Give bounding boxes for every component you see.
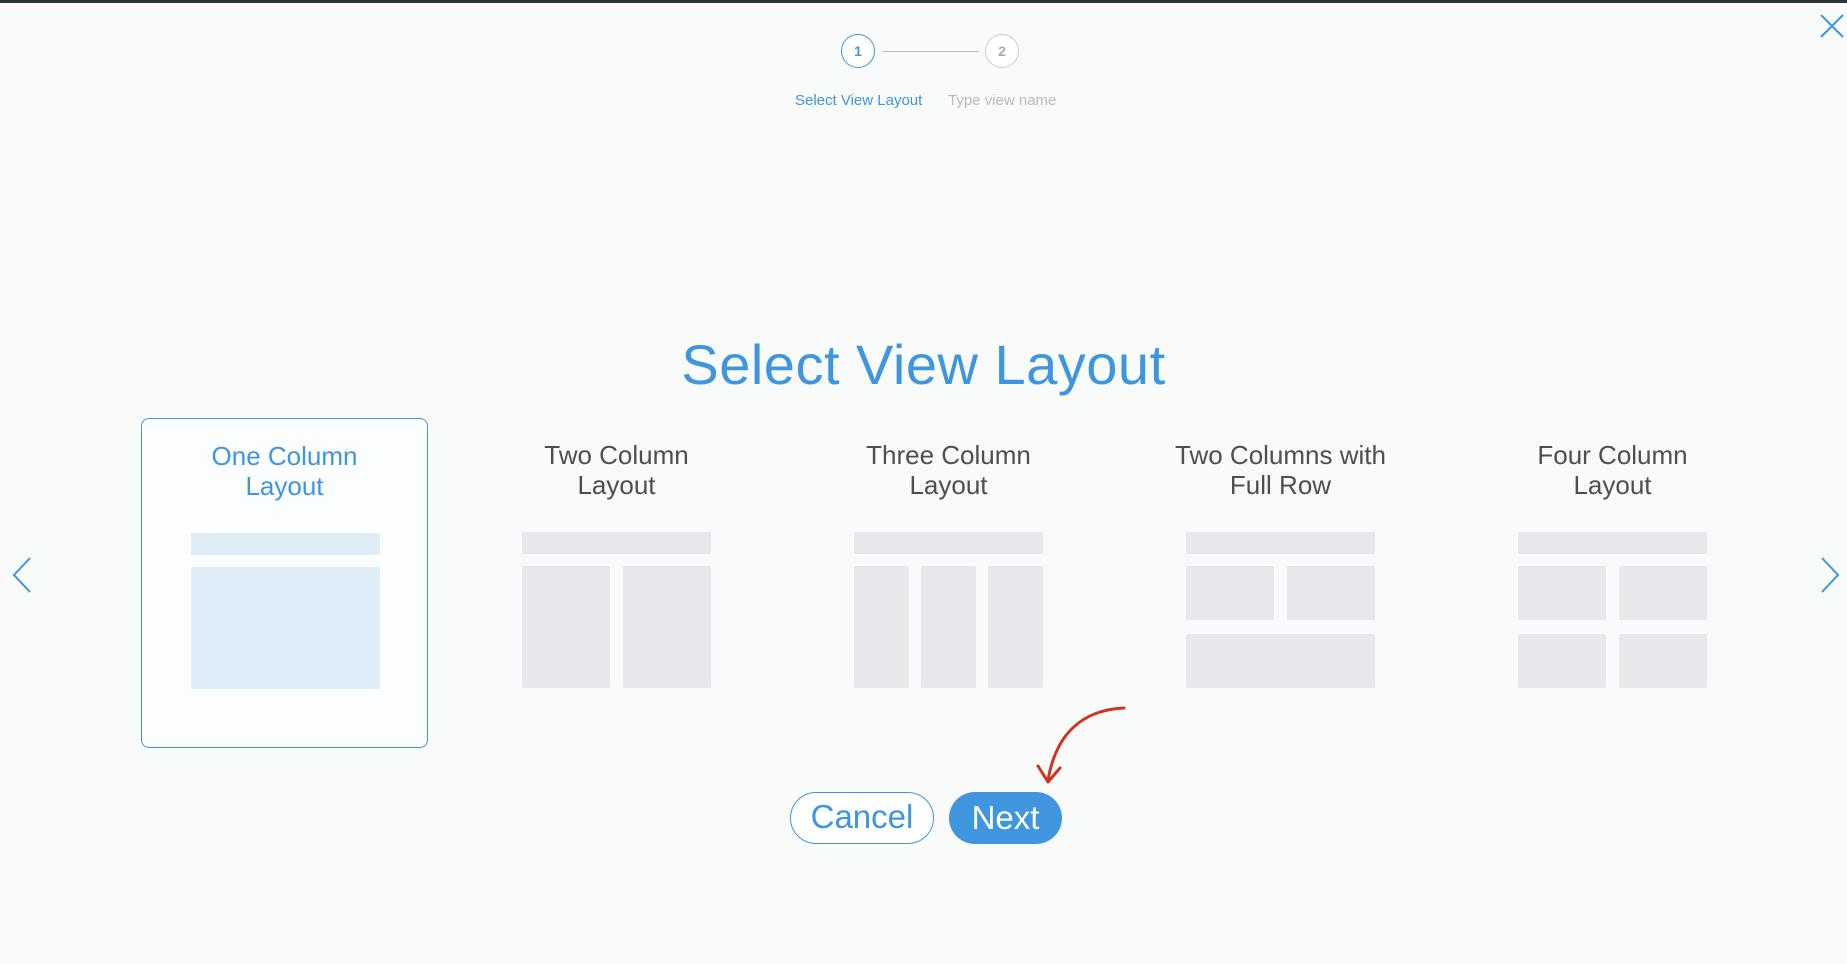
preview-column-block <box>1518 634 1606 688</box>
preview-column-block <box>1186 566 1274 620</box>
cancel-button[interactable]: Cancel <box>790 792 934 844</box>
layout-card-label-line2: Layout <box>577 470 656 500</box>
layout-card-label: Three Column Layout <box>805 440 1092 500</box>
step-1-label: Select View Layout <box>795 92 923 109</box>
layout-preview-four-column <box>1518 532 1707 688</box>
preview-column-block <box>191 567 380 689</box>
preview-column-block <box>988 566 1043 688</box>
next-button[interactable]: Next <box>949 792 1062 844</box>
top-border <box>0 0 1847 3</box>
step-2-indicator: 2 <box>985 34 1019 68</box>
layout-card-label-line1: Three Column <box>866 440 1031 470</box>
annotation-arrow-icon <box>1036 706 1126 784</box>
layout-card-one-column[interactable]: One Column Layout <box>141 418 428 748</box>
preview-column-block <box>623 566 711 688</box>
layout-card-four-column[interactable]: Four Column Layout <box>1469 418 1756 748</box>
step-2-label: Type view name <box>948 92 1057 109</box>
layout-card-label-line1: Four Column <box>1537 440 1688 470</box>
layout-card-three-column[interactable]: Three Column Layout <box>805 418 1092 748</box>
layout-card-label-line1: One Column <box>211 441 358 471</box>
preview-column-block <box>1619 634 1707 688</box>
preview-column-block <box>522 566 610 688</box>
chevron-right-icon[interactable] <box>1818 555 1842 595</box>
chevron-left-icon[interactable] <box>10 555 34 595</box>
preview-row-block <box>1186 634 1375 688</box>
preview-header-block <box>191 533 380 555</box>
preview-column-block <box>1287 566 1375 620</box>
step-1-indicator: 1 <box>841 34 875 68</box>
preview-header-block <box>1186 532 1375 554</box>
layout-card-label-line2: Layout <box>909 470 988 500</box>
preview-header-block <box>1518 532 1707 554</box>
layout-preview-one-column <box>191 533 380 689</box>
page-title: Select View Layout <box>681 333 1166 396</box>
layout-card-label-line1: Two Column <box>544 440 689 470</box>
layout-preview-two-columns-full-row <box>1186 532 1375 688</box>
preview-header-block <box>854 532 1043 554</box>
layout-card-label-line2: Layout <box>245 471 324 501</box>
preview-column-block <box>1619 566 1707 620</box>
preview-column-block <box>1518 566 1606 620</box>
layout-card-label: Two Column Layout <box>473 440 760 500</box>
preview-header-block <box>522 532 711 554</box>
layout-card-label-line1: Two Columns with <box>1175 440 1386 470</box>
layout-card-label-line2: Layout <box>1573 470 1652 500</box>
step-connector <box>883 51 979 52</box>
close-icon[interactable] <box>1818 12 1846 40</box>
layout-card-label-line2: Full Row <box>1229 470 1332 500</box>
layout-preview-two-column <box>522 532 711 688</box>
layout-card-two-column[interactable]: Two Column Layout <box>473 418 760 748</box>
layout-card-label: Two Columns with Full Row <box>1137 440 1424 500</box>
preview-column-block <box>921 566 976 688</box>
layout-card-label: One Column Layout <box>142 441 427 501</box>
preview-column-block <box>854 566 909 688</box>
layout-card-two-columns-full-row[interactable]: Two Columns with Full Row <box>1137 418 1424 748</box>
layout-preview-three-column <box>854 532 1043 688</box>
layout-wizard-page: 1 2 Select View Layout Type view name Se… <box>0 0 1847 964</box>
layout-card-label: Four Column Layout <box>1469 440 1756 500</box>
